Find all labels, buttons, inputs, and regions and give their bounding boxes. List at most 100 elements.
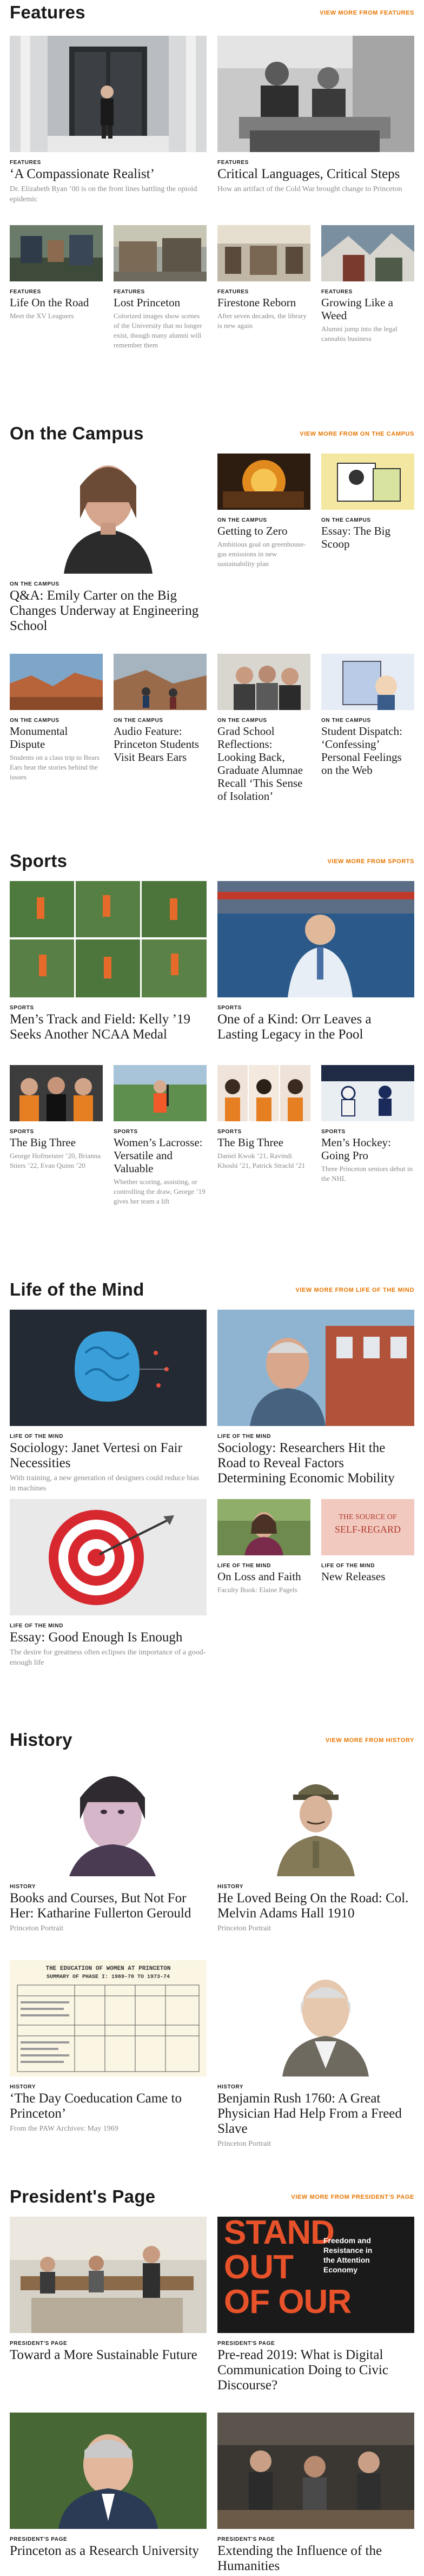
sports-image <box>10 1065 103 1121</box>
view-more-link[interactable]: VIEW MORE FROM ON THE CAMPUS <box>300 431 414 437</box>
mind-card[interactable]: LIFE OF THE MIND On Loss and Faith Facul… <box>217 1499 310 1595</box>
card-kicker: FEATURES <box>217 160 249 166</box>
card-kicker: ON THE CAMPUS <box>114 718 163 724</box>
sports-card[interactable]: SPORTS One of a Kind: Orr Leaves a Lasti… <box>217 881 414 1042</box>
mind-card[interactable]: LIFE OF THE MIND Sociology: Janet Vertes… <box>10 1310 207 1494</box>
history-card[interactable]: THE EDUCATION OF WOMEN AT PRINCETON SUMM… <box>10 1960 207 2134</box>
card-title[interactable]: Benjamin Rush 1760: A Great Physician Ha… <box>217 2091 414 2137</box>
feature-card[interactable]: FEATURES Firestone Reborn After seven de… <box>217 225 310 331</box>
feature-image <box>217 36 414 152</box>
card-kicker: FEATURES <box>217 289 249 295</box>
feature-card[interactable]: FEATURES Critical Languages, Critical St… <box>217 36 414 194</box>
campus-card[interactable]: ON THE CAMPUS Student Dispatch: ‘Confess… <box>321 654 414 777</box>
card-title[interactable]: Essay: The Big Scoop <box>321 524 414 550</box>
section-title: On the Campus <box>10 423 144 443</box>
president-image <box>217 2413 414 2529</box>
history-card[interactable]: HISTORY Benjamin Rush 1760: A Great Phys… <box>217 1960 414 2149</box>
mind-card[interactable]: THE SOURCE OF SELF-REGARD LIFE OF THE MI… <box>321 1499 414 1583</box>
view-more-link[interactable]: VIEW MORE FROM HISTORY <box>326 1737 414 1744</box>
card-title[interactable]: Student Dispatch: ‘Confessing’ Personal … <box>321 725 414 777</box>
history-card[interactable]: HISTORY He Loved Being On the Road: Col.… <box>217 1760 414 1934</box>
card-title[interactable]: Books and Courses, But Not For Her: Kath… <box>10 1891 207 1921</box>
poster-word-2: OUT <box>224 2249 294 2286</box>
president-card[interactable]: PRESIDENT'S PAGE Toward a More Sustainab… <box>10 2217 207 2363</box>
card-dek: Meet the XV Leaguers <box>10 312 74 320</box>
president-card[interactable]: STAND OUT OF OUR Freedom and Resistance … <box>217 2217 414 2393</box>
view-more-link[interactable]: VIEW MORE FROM FEATURES <box>320 10 414 16</box>
features-header: Features VIEW MORE FROM FEATURES <box>10 0 414 32</box>
feature-card[interactable]: FEATURES Growing Like a Weed Alumni jump… <box>321 225 414 344</box>
sports-card[interactable]: SPORTS Men’s Hockey: Going Pro Three Pri… <box>321 1065 414 1184</box>
card-dek: Colorized images show scenes of the Univ… <box>114 312 202 349</box>
president-card[interactable]: PRESIDENT'S PAGE Extending the Influence… <box>217 2413 414 2574</box>
card-title[interactable]: Grad School Reflections: Looking Back, G… <box>217 725 310 803</box>
card-title[interactable]: ‘The Day Coeducation Came to Princeton’ <box>10 2091 207 2121</box>
sports-card[interactable]: SPORTS Men’s Track and Field: Kelly ’19 … <box>10 881 207 1042</box>
history-document-image: THE EDUCATION OF WOMEN AT PRINCETON SUMM… <box>10 1960 207 2076</box>
card-kicker: PRESIDENT'S PAGE <box>10 2536 68 2542</box>
card-title[interactable]: Life On the Road <box>10 296 103 309</box>
card-title[interactable]: Pre-read 2019: What is Digital Communica… <box>217 2348 414 2393</box>
campus-card[interactable]: ON THE CAMPUS Audio Feature: Princeton S… <box>114 654 207 764</box>
sports-image <box>321 1065 414 1121</box>
card-dek: Ambitious goal on greenhouse-gas emissio… <box>217 540 306 568</box>
card-title[interactable]: Firestone Reborn <box>217 296 310 309</box>
card-title[interactable]: Growing Like a Weed <box>321 296 414 322</box>
card-title[interactable]: Sociology: Researchers Hit the Road to R… <box>217 1441 414 1486</box>
card-kicker: PRESIDENT'S PAGE <box>217 2536 275 2542</box>
sports-card[interactable]: SPORTS Women’s Lacrosse: Versatile and V… <box>114 1065 207 1206</box>
card-title[interactable]: Toward a More Sustainable Future <box>10 2348 207 2363</box>
card-title[interactable]: Monumental Dispute <box>10 725 103 751</box>
card-title[interactable]: On Loss and Faith <box>217 1570 310 1583</box>
feature-card[interactable]: FEATURES Lost Princeton Colorized images… <box>114 225 207 350</box>
card-title[interactable]: Lost Princeton <box>114 296 207 309</box>
card-dek: Princeton Portrait <box>217 1924 271 1933</box>
campus-card[interactable]: ON THE CAMPUS Grad School Reflections: L… <box>217 654 310 803</box>
card-kicker: PRESIDENT'S PAGE <box>217 2341 275 2347</box>
card-title[interactable]: The Big Three <box>217 1136 310 1149</box>
card-kicker: SPORTS <box>321 1129 346 1135</box>
card-title[interactable]: Sociology: Janet Vertesi on Fair Necessi… <box>10 1441 207 1471</box>
card-title[interactable]: Audio Feature: Princeton Students Visit … <box>114 725 207 764</box>
sports-card[interactable]: SPORTS The Big Three Daniel Kwok ’21, Ra… <box>217 1065 310 1171</box>
card-title[interactable]: Princeton as a Research University <box>10 2544 207 2559</box>
card-kicker: HISTORY <box>10 1884 36 1890</box>
card-dek: Alumni jump into the legal cannabis busi… <box>321 325 398 343</box>
mind-card[interactable]: LIFE OF THE MIND Essay: Good Enough Is E… <box>10 1499 207 1668</box>
section-title: Sports <box>10 851 68 871</box>
card-title[interactable]: He Loved Being On the Road: Col. Melvin … <box>217 1891 414 1921</box>
history-section: History VIEW MORE FROM HISTORY HISTORY B… <box>10 1727 414 2148</box>
feature-card[interactable]: FEATURES ‘A Compassionate Realist’ Dr. E… <box>10 36 207 205</box>
card-title[interactable]: Extending the Influence of the Humanitie… <box>217 2544 414 2574</box>
card-title[interactable]: Men’s Hockey: Going Pro <box>321 1136 414 1162</box>
card-title[interactable]: Men’s Track and Field: Kelly ’19 Seeks A… <box>10 1012 207 1042</box>
card-title[interactable]: The Big Three <box>10 1136 103 1149</box>
card-title[interactable]: Q&A: Emily Carter on the Big Changes Und… <box>10 588 207 634</box>
campus-card[interactable]: ON THE CAMPUS Q&A: Emily Carter on the B… <box>10 454 207 634</box>
view-more-link[interactable]: VIEW MORE FROM PRESIDENT'S PAGE <box>291 2194 414 2200</box>
feature-card[interactable]: FEATURES Life On the Road Meet the XV Le… <box>10 225 103 321</box>
president-card[interactable]: PRESIDENT'S PAGE Princeton as a Research… <box>10 2413 207 2559</box>
card-title[interactable]: ‘A Compassionate Realist’ <box>10 167 207 182</box>
card-kicker: ON THE CAMPUS <box>321 517 371 523</box>
history-card[interactable]: HISTORY Books and Courses, But Not For H… <box>10 1760 207 1934</box>
card-title[interactable]: Getting to Zero <box>217 524 310 537</box>
mind-card[interactable]: LIFE OF THE MIND Sociology: Researchers … <box>217 1310 414 1486</box>
card-title[interactable]: Essay: Good Enough Is Enough <box>10 1630 207 1645</box>
card-kicker: SPORTS <box>217 1129 242 1135</box>
card-dek: Princeton Portrait <box>10 1924 64 1933</box>
card-title[interactable]: New Releases <box>321 1570 414 1583</box>
card-title[interactable]: Women’s Lacrosse: Versatile and Valuable <box>114 1136 207 1175</box>
view-more-link[interactable]: VIEW MORE FROM SPORTS <box>328 858 415 865</box>
card-title[interactable]: Critical Languages, Critical Steps <box>217 167 414 182</box>
campus-card[interactable]: ON THE CAMPUS Monumental Dispute Student… <box>10 654 103 782</box>
campus-card[interactable]: ON THE CAMPUS Essay: The Big Scoop <box>321 454 414 550</box>
view-more-link[interactable]: VIEW MORE FROM LIFE OF THE MIND <box>295 1287 414 1293</box>
campus-card[interactable]: ON THE CAMPUS Getting to Zero Ambitious … <box>217 454 310 569</box>
sports-card[interactable]: SPORTS The Big Three George Hofmeister ’… <box>10 1065 103 1171</box>
card-title[interactable]: One of a Kind: Orr Leaves a Lasting Lega… <box>217 1012 414 1042</box>
section-title: History <box>10 1730 72 1750</box>
card-dek: The desire for greatness often eclipses … <box>10 1648 206 1667</box>
card-dek: Faculty Book: Elaine Pagels <box>217 1586 297 1594</box>
mind-image <box>217 1310 414 1426</box>
